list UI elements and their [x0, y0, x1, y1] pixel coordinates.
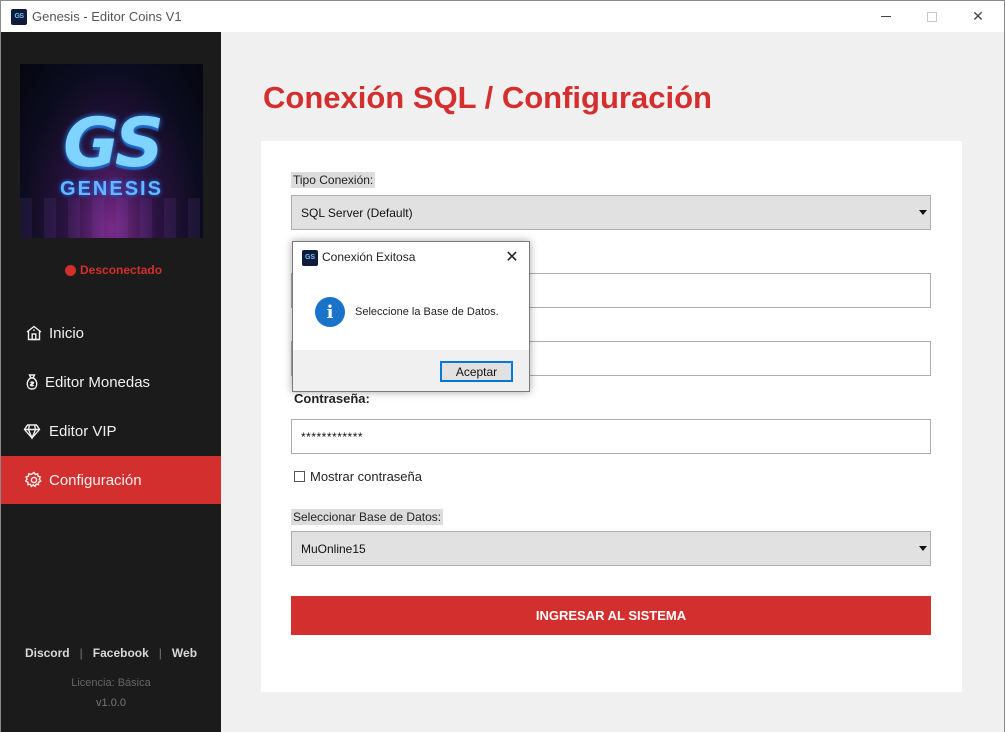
show-password-checkbox[interactable] — [294, 471, 305, 482]
dialog-footer: Aceptar — [293, 350, 529, 391]
tipo-conexion-label: Tipo Conexión: — [291, 172, 376, 188]
dialog-title-bar: GS Conexión Exitosa ✕ — [293, 242, 529, 272]
close-button[interactable]: ✕ — [955, 1, 1001, 32]
sidebar-item-editor-monedas[interactable]: Editor Monedas — [1, 358, 221, 406]
facebook-link[interactable]: Facebook — [93, 646, 149, 660]
database-value: MuOnline15 — [301, 541, 366, 556]
tipo-conexion-value: SQL Server (Default) — [301, 205, 413, 220]
show-password-row[interactable]: Mostrar contraseña — [294, 469, 422, 484]
social-links: Discord | Facebook | Web — [1, 646, 221, 660]
sidebar-item-label: Configuración — [49, 471, 142, 489]
database-label: Seleccionar Base de Datos: — [291, 509, 444, 525]
app-icon: GS — [302, 250, 318, 266]
version-text: v1.0.0 — [96, 697, 126, 709]
sidebar-item-editor-vip[interactable]: Editor VIP — [1, 407, 221, 455]
coin-icon — [23, 373, 41, 391]
database-select[interactable]: MuOnline15 — [291, 531, 931, 566]
sidebar: GS GENESIS Desconectado Inicio Editor Mo… — [1, 32, 221, 732]
password-value: ************ — [301, 429, 364, 444]
logo-mark: GS — [63, 104, 164, 183]
app-icon: GS — [11, 9, 27, 25]
status-text: Desconectado — [80, 263, 163, 277]
connection-status: Desconectado — [65, 263, 162, 277]
home-icon — [25, 324, 43, 342]
dialog-message: Seleccione la Base de Datos. — [355, 306, 499, 318]
password-input[interactable]: ************ — [291, 419, 931, 454]
sidebar-item-label: Inicio — [49, 324, 85, 342]
info-icon: i — [315, 297, 345, 327]
page-title: Conexión SQL / Configuración — [263, 80, 712, 115]
tipo-conexion-select[interactable]: SQL Server (Default) — [291, 195, 931, 230]
link-separator: | — [79, 646, 83, 660]
password-label: Contraseña: — [294, 391, 370, 406]
status-dot-icon — [65, 264, 76, 276]
diamond-icon — [23, 422, 41, 440]
sidebar-item-configuracion[interactable]: Configuración — [1, 456, 221, 504]
dialog-body: i Seleccione la Base de Datos. — [293, 272, 529, 350]
genesis-logo: GS GENESIS — [20, 64, 203, 238]
close-icon: ✕ — [972, 8, 984, 24]
title-bar: GS Genesis - Editor Coins V1 ✕ — [1, 1, 1004, 32]
maximize-button[interactable] — [909, 1, 955, 32]
discord-link[interactable]: Discord — [25, 646, 70, 660]
minimize-button[interactable] — [863, 1, 909, 32]
connection-success-dialog: GS Conexión Exitosa ✕ i Seleccione la Ba… — [292, 241, 530, 392]
chevron-down-icon — [916, 532, 930, 565]
app-window: GS Genesis - Editor Coins V1 ✕ GS GENESI… — [0, 0, 1005, 732]
ingresar-button[interactable]: INGRESAR AL SISTEMA — [291, 596, 931, 635]
gear-icon — [25, 471, 43, 489]
maximize-icon — [927, 11, 937, 22]
web-link[interactable]: Web — [172, 646, 197, 660]
chevron-down-icon — [916, 196, 930, 229]
dialog-title: Conexión Exitosa — [322, 250, 416, 264]
dialog-close-button[interactable]: ✕ — [499, 246, 525, 268]
show-password-label: Mostrar contraseña — [310, 469, 422, 484]
aceptar-button[interactable]: Aceptar — [440, 361, 513, 382]
sidebar-item-inicio[interactable]: Inicio — [1, 309, 221, 357]
logo-floor — [20, 198, 203, 238]
config-card: Tipo Conexión: SQL Server (Default) Cont… — [261, 141, 962, 692]
close-icon: ✕ — [505, 249, 519, 266]
minimize-icon — [881, 16, 891, 17]
window-title: Genesis - Editor Coins V1 — [32, 9, 182, 24]
sidebar-item-label: Editor VIP — [49, 422, 117, 440]
link-separator: | — [158, 646, 162, 660]
license-text: Licencia: Básica — [71, 677, 151, 689]
logo-name: GENESIS — [60, 178, 163, 200]
sidebar-item-label: Editor Monedas — [45, 373, 151, 391]
